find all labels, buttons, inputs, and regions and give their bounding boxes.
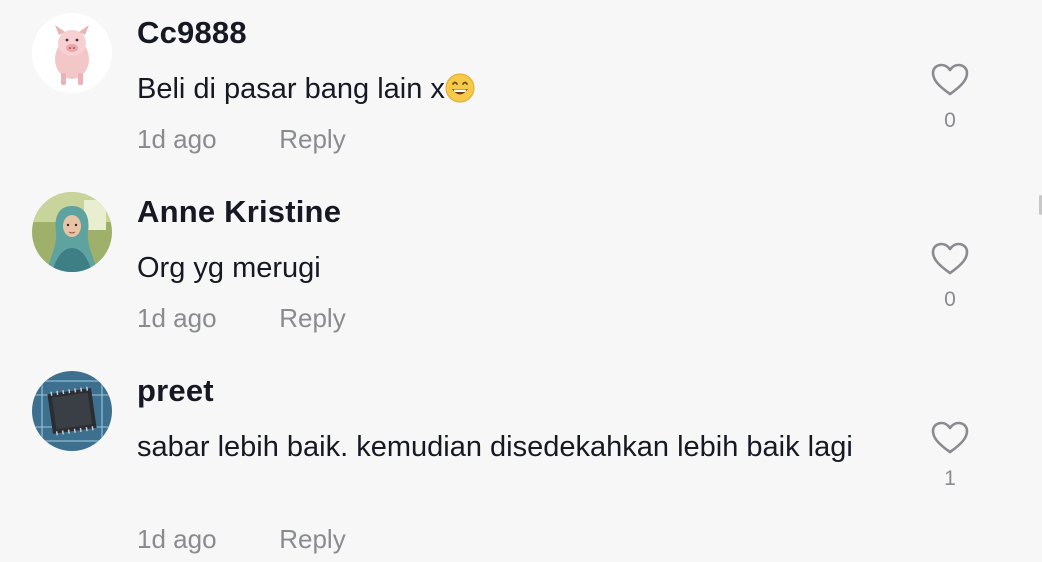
comment-text: Org yg merugi [137, 246, 897, 291]
comment-username[interactable]: Anne Kristine [137, 194, 341, 230]
comment-meta: 1d ago Reply [137, 303, 346, 334]
comment-time: 1d ago [137, 124, 217, 154]
comment-username[interactable]: Cc9888 [137, 15, 247, 51]
like-button[interactable]: 0 [928, 63, 972, 133]
reply-button[interactable]: Reply [279, 303, 345, 334]
comment-text: sabar lebih baik. kemudian disedekahkan … [137, 425, 897, 470]
comment-time: 1d ago [137, 524, 217, 554]
like-button[interactable]: 0 [928, 242, 972, 312]
circuit-chip-icon [32, 371, 112, 451]
heart-outline-icon [931, 421, 969, 454]
comment-text-content: Org yg merugi [137, 252, 321, 284]
pig-icon [32, 13, 112, 93]
avatar[interactable] [32, 192, 112, 272]
comment-text-content: sabar lebih baik. kemudian disedekahkan … [137, 431, 853, 463]
avatar[interactable] [32, 13, 112, 93]
comment-text: Beli di pasar bang lain x [137, 67, 897, 112]
heart-outline-icon [931, 63, 969, 96]
like-count: 0 [944, 288, 956, 311]
like-count: 0 [944, 109, 956, 132]
reply-button[interactable]: Reply [279, 524, 345, 555]
profile-photo-icon [32, 192, 112, 272]
comment-username[interactable]: preet [137, 373, 214, 409]
comment-meta: 1d ago Reply [137, 524, 346, 555]
grinning-face-emoji-icon [445, 73, 475, 103]
reply-button[interactable]: Reply [279, 124, 345, 155]
heart-outline-icon [931, 242, 969, 275]
like-count: 1 [944, 467, 956, 490]
comment-meta: 1d ago Reply [137, 124, 346, 155]
like-button[interactable]: 1 [928, 421, 972, 491]
avatar[interactable] [32, 371, 112, 451]
comment-text-content: Beli di pasar bang lain x [137, 73, 445, 105]
comment-time: 1d ago [137, 303, 217, 333]
